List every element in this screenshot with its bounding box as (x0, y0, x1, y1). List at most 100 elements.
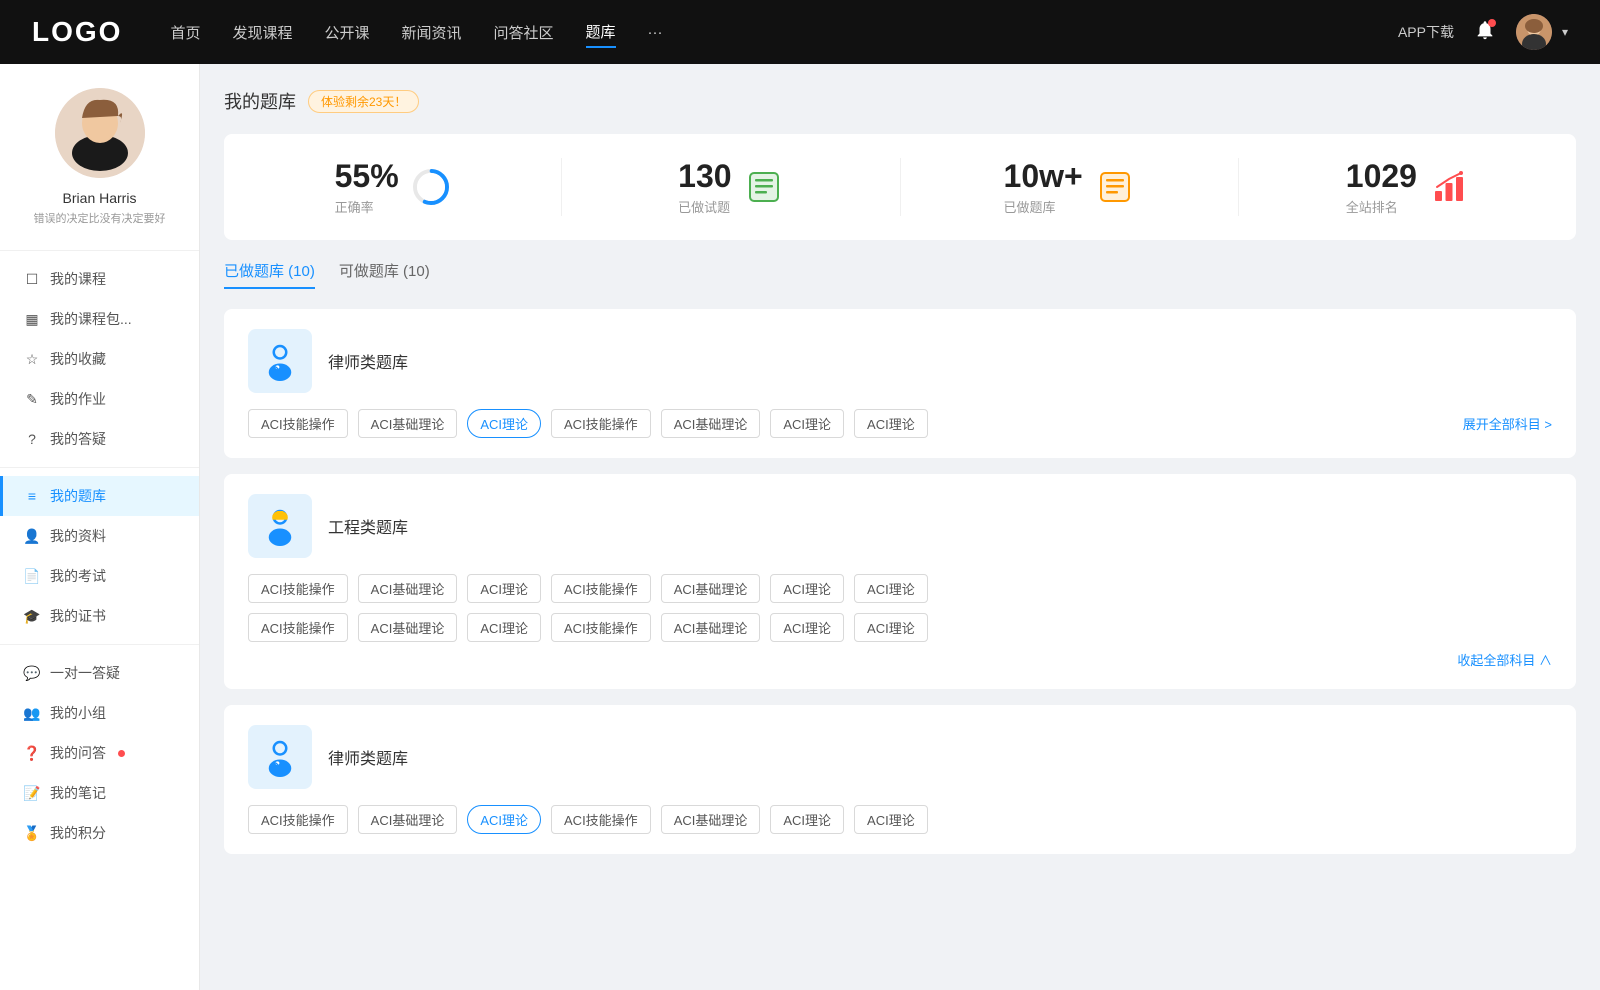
tab-available-banks[interactable]: 可做题库 (10) (339, 260, 430, 289)
sidebar-item-favorites[interactable]: ☆ 我的收藏 (0, 339, 199, 379)
collapse-link[interactable]: 收起全部科目 ∧ (248, 650, 1552, 669)
doc-icon: 📄 (24, 568, 40, 584)
tag-1-2[interactable]: ACI基础理论 (358, 409, 458, 438)
sidebar-item-profile[interactable]: 👤 我的资料 (0, 516, 199, 556)
tag-3-4[interactable]: ACI技能操作 (551, 805, 651, 834)
tag-3-7[interactable]: ACI理论 (854, 805, 928, 834)
stats-bar: 55% 正确率 130 已做试题 (224, 134, 1576, 240)
sidebar-item-certificates[interactable]: 🎓 我的证书 (0, 596, 199, 636)
user-dropdown-arrow[interactable]: ▾ (1562, 25, 1568, 39)
tag-3-6[interactable]: ACI理论 (770, 805, 844, 834)
tag-2-5[interactable]: ACI基础理论 (661, 574, 761, 603)
tab-done-banks[interactable]: 已做题库 (10) (224, 260, 315, 289)
qb-title-3: 律师类题库 (328, 745, 408, 769)
stat-questions: 130 已做试题 (562, 158, 900, 216)
tags-row-1: ACI技能操作 ACI基础理论 ACI理论 ACI技能操作 ACI基础理论 AC… (248, 409, 1552, 438)
tag-2-10[interactable]: ACI理论 (467, 613, 541, 642)
app-download-button[interactable]: APP下载 (1398, 22, 1454, 42)
sidebar-item-my-qa[interactable]: ❓ 我的问答 (0, 733, 199, 773)
tag-2-14[interactable]: ACI理论 (854, 613, 928, 642)
tag-2-2[interactable]: ACI基础理论 (358, 574, 458, 603)
profile-motto: 错误的决定比没有决定要好 (34, 210, 166, 226)
cert-icon: 🎓 (24, 608, 40, 624)
tag-1-6[interactable]: ACI理论 (770, 409, 844, 438)
expand-link-1[interactable]: 展开全部科目 > (1463, 414, 1552, 433)
tag-1-3[interactable]: ACI理论 (467, 409, 541, 438)
sidebar-item-question-bank[interactable]: ≡ 我的题库 (0, 476, 199, 516)
nav-news[interactable]: 新闻资讯 (402, 18, 462, 47)
sidebar-item-notes[interactable]: 📝 我的笔记 (0, 773, 199, 813)
stat-rank-text: 1029 全站排名 (1346, 158, 1417, 216)
nav-home[interactable]: 首页 (170, 18, 200, 47)
stat-accuracy-number: 55% (335, 158, 399, 195)
stat-banks-text: 10w+ 已做题库 (1004, 158, 1083, 216)
stat-accuracy: 55% 正确率 (224, 158, 562, 216)
sidebar-item-answers-label: 我的答疑 (50, 429, 106, 449)
profile-avatar (55, 88, 145, 178)
sidebar-item-homework[interactable]: ✎ 我的作业 (0, 379, 199, 419)
nav-more[interactable]: ··· (648, 20, 663, 45)
sidebar-item-group[interactable]: 👥 我的小组 (0, 693, 199, 733)
tag-2-8[interactable]: ACI技能操作 (248, 613, 348, 642)
qb-card-header-1: 律师类题库 (248, 329, 1552, 393)
sidebar-item-points-label: 我的积分 (50, 823, 106, 843)
chat-icon: 💬 (24, 665, 40, 681)
tag-3-1[interactable]: ACI技能操作 (248, 805, 348, 834)
stat-banks-number: 10w+ (1004, 158, 1083, 195)
user-avatar[interactable] (1516, 14, 1552, 50)
stat-rank-number: 1029 (1346, 158, 1417, 195)
tag-2-13[interactable]: ACI理论 (770, 613, 844, 642)
sidebar-item-tutoring[interactable]: 💬 一对一答疑 (0, 653, 199, 693)
tag-3-5[interactable]: ACI基础理论 (661, 805, 761, 834)
lawyer-icon (248, 329, 312, 393)
tag-2-4[interactable]: ACI技能操作 (551, 574, 651, 603)
edit-icon: ✎ (24, 391, 40, 407)
tag-2-12[interactable]: ACI基础理论 (661, 613, 761, 642)
tag-2-1[interactable]: ACI技能操作 (248, 574, 348, 603)
tags-row-2b: ACI技能操作 ACI基础理论 ACI理论 ACI技能操作 ACI基础理论 AC… (248, 613, 1552, 642)
tag-1-5[interactable]: ACI基础理论 (661, 409, 761, 438)
nav-menu: 首页 发现课程 公开课 新闻资讯 问答社区 题库 ··· (170, 17, 1398, 48)
score-icon: 🏅 (24, 825, 40, 841)
nav-qa[interactable]: 问答社区 (494, 18, 554, 47)
qb-card-header-2: 工程类题库 (248, 494, 1552, 558)
tag-2-11[interactable]: ACI技能操作 (551, 613, 651, 642)
stat-banks: 10w+ 已做题库 (901, 158, 1239, 216)
stat-questions-number: 130 (678, 158, 731, 195)
section-title-bar: 我的题库 体验剩余23天！ (224, 88, 1576, 114)
tag-1-7[interactable]: ACI理论 (854, 409, 928, 438)
sidebar-item-exams[interactable]: 📄 我的考试 (0, 556, 199, 596)
qb-card-header-3: 律师类题库 (248, 725, 1552, 789)
tag-1-1[interactable]: ACI技能操作 (248, 409, 348, 438)
user-profile: Brian Harris 错误的决定比没有决定要好 (0, 88, 199, 251)
tag-3-2[interactable]: ACI基础理论 (358, 805, 458, 834)
question-icon: ? (24, 431, 40, 447)
notification-bell[interactable] (1474, 19, 1496, 46)
tag-2-7[interactable]: ACI理论 (854, 574, 928, 603)
qb-card-lawyer-2: 律师类题库 ACI技能操作 ACI基础理论 ACI理论 ACI技能操作 ACI基… (224, 705, 1576, 854)
trial-badge: 体验剩余23天！ (308, 90, 419, 113)
logo[interactable]: LOGO (32, 16, 122, 48)
tag-1-4[interactable]: ACI技能操作 (551, 409, 651, 438)
tag-2-3[interactable]: ACI理论 (467, 574, 541, 603)
navbar: LOGO 首页 发现课程 公开课 新闻资讯 问答社区 题库 ··· APP下载 (0, 0, 1600, 64)
qb-card-engineer: 工程类题库 ACI技能操作 ACI基础理论 ACI理论 ACI技能操作 ACI基… (224, 474, 1576, 689)
nav-open-course[interactable]: 公开课 (324, 18, 369, 47)
sidebar-item-course-packages[interactable]: ▦ 我的课程包... (0, 299, 199, 339)
sidebar-item-answers[interactable]: ? 我的答疑 (0, 419, 199, 459)
chart-icon: ▦ (24, 311, 40, 327)
stat-rank-icon (1429, 167, 1469, 207)
sidebar-item-exams-label: 我的考试 (50, 566, 106, 586)
sidebar-item-points[interactable]: 🏅 我的积分 (0, 813, 199, 853)
sidebar-item-courses-label: 我的课程 (50, 269, 106, 289)
nav-question-bank[interactable]: 题库 (586, 17, 616, 48)
tag-2-6[interactable]: ACI理论 (770, 574, 844, 603)
sidebar-item-courses[interactable]: ☐ 我的课程 (0, 259, 199, 299)
nav-discover[interactable]: 发现课程 (232, 18, 292, 47)
qa-badge (118, 750, 125, 757)
sidebar-item-question-bank-label: 我的题库 (50, 486, 106, 506)
qb-title-1: 律师类题库 (328, 349, 408, 373)
tag-3-3[interactable]: ACI理论 (467, 805, 541, 834)
tag-2-9[interactable]: ACI基础理论 (358, 613, 458, 642)
sidebar-item-group-label: 我的小组 (50, 703, 106, 723)
